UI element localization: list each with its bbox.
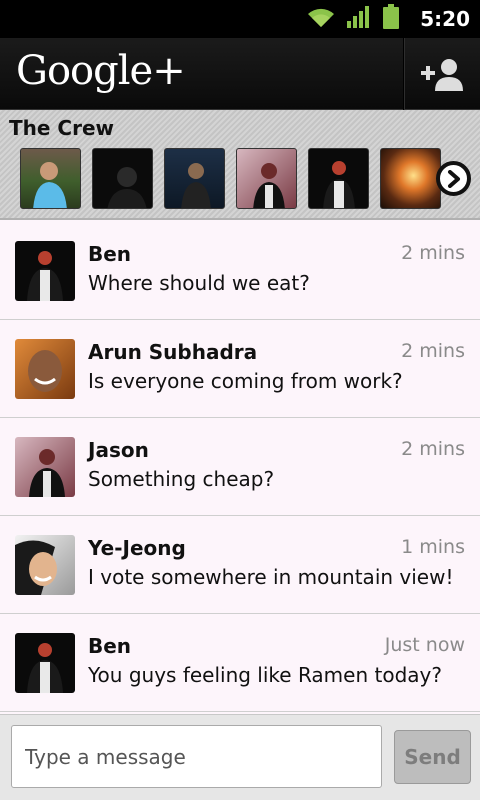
message-list: Ben Where should we eat? 2 mins Arun Sub… (0, 222, 480, 714)
circle-avatar[interactable] (308, 148, 369, 209)
message-time: 2 mins (401, 438, 465, 460)
circle-avatar[interactable] (236, 148, 297, 209)
status-bar: 5:20 (0, 0, 480, 38)
avatar (15, 241, 75, 301)
message-item[interactable]: Ben You guys feeling like Ramen today? J… (0, 614, 480, 712)
message-time: 1 mins (401, 536, 465, 558)
message-item[interactable]: Arun Subhadra Is everyone coming from wo… (0, 320, 480, 418)
avatar (15, 535, 75, 595)
avatar (15, 339, 75, 399)
circle-title: The Crew (9, 116, 114, 140)
composer: Send (0, 714, 480, 800)
circle-avatar[interactable] (380, 148, 441, 209)
send-button[interactable]: Send (394, 730, 471, 784)
message-time: 2 mins (401, 340, 465, 362)
add-person-button[interactable] (405, 38, 480, 110)
circle-avatar[interactable] (92, 148, 153, 209)
message-item[interactable]: Ben Where should we eat? 2 mins (0, 222, 480, 320)
avatar (15, 437, 75, 497)
message-time: 2 mins (401, 242, 465, 264)
circle-header: The Crew (0, 110, 480, 220)
battery-icon (382, 4, 400, 34)
message-text: I vote somewhere in mountain view! (88, 565, 454, 589)
chevron-right-icon (447, 169, 460, 188)
circle-avatar[interactable] (164, 148, 225, 209)
message-sender: Ben (88, 242, 132, 266)
message-text: You guys feeling like Ramen today? (88, 663, 442, 687)
message-sender: Ye-Jeong (88, 536, 186, 560)
message-sender: Ben (88, 634, 132, 658)
message-sender: Jason (88, 438, 149, 462)
message-text: Is everyone coming from work? (88, 369, 403, 393)
message-text: Where should we eat? (88, 271, 310, 295)
app-logo: Google+ (16, 48, 186, 94)
circle-avatars (20, 148, 441, 209)
add-person-icon (420, 59, 463, 91)
signal-icon (346, 5, 372, 33)
message-sender: Arun Subhadra (88, 340, 258, 364)
message-item[interactable]: Ye-Jeong I vote somewhere in mountain vi… (0, 516, 480, 614)
message-time: Just now (384, 634, 465, 656)
status-time: 5:20 (420, 7, 470, 31)
wifi-icon (306, 5, 336, 33)
circle-next-button[interactable] (436, 161, 471, 196)
message-text: Something cheap? (88, 467, 275, 491)
message-item[interactable]: Jason Something cheap? 2 mins (0, 418, 480, 516)
app-bar: Google+ (0, 38, 480, 110)
circle-avatar[interactable] (20, 148, 81, 209)
avatar (15, 633, 75, 693)
message-input[interactable] (11, 725, 382, 788)
